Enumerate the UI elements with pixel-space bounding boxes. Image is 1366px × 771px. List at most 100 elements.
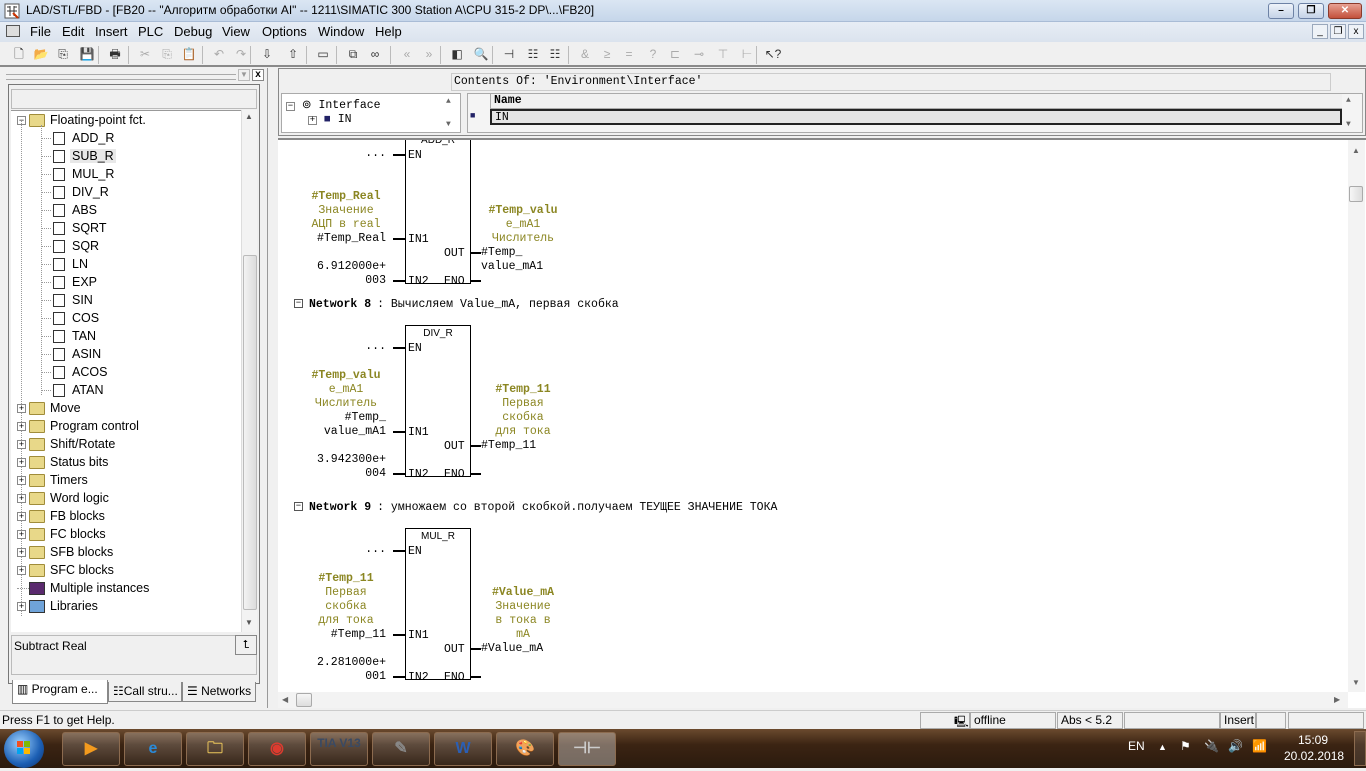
menu-debug[interactable]: Debug (170, 24, 216, 39)
restore-button[interactable]: ❐ (1298, 3, 1324, 19)
and-box-icon[interactable]: & (576, 46, 594, 63)
pane-close-button[interactable]: x (252, 69, 264, 81)
taskbar-simatic-manager[interactable]: ✎ (372, 732, 430, 766)
tree-item-sub-r[interactable]: SUB_R (41, 147, 116, 165)
language-indicator[interactable]: EN (1128, 739, 1145, 753)
tree-scroll-thumb[interactable] (243, 255, 257, 610)
editor-vscrollbar[interactable]: ▲ ▼ (1348, 140, 1365, 692)
tree-view2-icon[interactable]: ☷ (546, 46, 564, 63)
scroll-right-icon[interactable]: ▶ (1334, 695, 1340, 704)
redo-icon[interactable]: ↷ (232, 46, 250, 63)
context-help-icon[interactable]: ↖? (764, 46, 782, 63)
next-network-icon[interactable]: » (420, 46, 438, 63)
en-operand[interactable]: ... (318, 543, 386, 556)
tree-item-tan[interactable]: TAN (41, 327, 98, 345)
taskbar-internet-explorer[interactable]: e (124, 732, 182, 766)
editor-vscroll-thumb[interactable] (1349, 186, 1363, 202)
open-icon[interactable]: 📂 (32, 46, 50, 63)
tree-item-sfc-blocks[interactable]: + SFC blocks (17, 561, 114, 579)
tree-item-atan[interactable]: ATAN (41, 381, 105, 399)
overview-icon[interactable]: ▭ (314, 46, 332, 63)
binary-input-icon[interactable]: ⊸ (690, 46, 708, 63)
expand-icon[interactable]: + (17, 494, 26, 504)
undo-icon[interactable]: ↶ (210, 46, 228, 63)
scroll-left-icon[interactable]: ◀ (282, 695, 288, 704)
download-icon[interactable]: ⇩ (258, 46, 276, 63)
menu-edit[interactable]: Edit (58, 24, 88, 39)
mdi-restore-button[interactable]: ❐ (1330, 24, 1346, 39)
mdi-minimize-button[interactable]: _ (1312, 24, 1328, 39)
collapse-network-icon[interactable]: − (294, 502, 303, 512)
empty-box-icon[interactable]: ? (644, 46, 662, 63)
taskbar-word[interactable]: W (434, 732, 492, 766)
tab-networks[interactable]: ☰ Networks (182, 682, 256, 702)
show-hidden-icons[interactable]: ▲ (1158, 742, 1167, 752)
tree-item-exp[interactable]: EXP (41, 273, 99, 291)
in1-operand[interactable]: #Temp_11 (278, 628, 386, 641)
expand-icon[interactable]: + (17, 530, 26, 540)
tree-item-fb-blocks[interactable]: + FB blocks (17, 507, 105, 525)
function-box-mul-r[interactable]: MUL_R EN IN1 OUT IN2 ENO (405, 528, 471, 684)
print-icon[interactable]: 🖶 (106, 46, 124, 63)
pane-menu-icon[interactable]: ▼ (238, 69, 250, 81)
assign-box-icon[interactable]: = (620, 46, 638, 63)
scroll-down-icon[interactable]: ▼ (1346, 120, 1351, 129)
new-icon[interactable]: 🗋 (10, 46, 28, 63)
taskbar-media-player[interactable]: ▶ (62, 732, 120, 766)
tree-item-add-r[interactable]: ADD_R (41, 129, 116, 147)
network-signal-icon[interactable]: 📶 (1252, 739, 1267, 753)
scroll-up-icon[interactable]: ▲ (245, 112, 253, 121)
program-elements-icon[interactable]: ◧ (448, 46, 466, 63)
clock-date[interactable]: 20.02.2018 (1284, 749, 1344, 763)
tree-item-in[interactable]: + ■ IN (308, 113, 352, 126)
or-box-icon[interactable]: ≥ (598, 46, 616, 63)
menu-insert[interactable]: Insert (91, 24, 132, 39)
list-row-in[interactable]: IN (490, 109, 1342, 125)
in2-operand[interactable]: 001 (278, 670, 386, 683)
expand-icon[interactable]: + (17, 548, 26, 558)
menu-window[interactable]: Window (314, 24, 368, 39)
scroll-down-icon[interactable]: ▼ (245, 618, 253, 627)
menu-view[interactable]: View (218, 24, 254, 39)
expand-icon[interactable]: + (308, 116, 317, 125)
insert-element-button[interactable]: ⮤ (235, 635, 257, 655)
taskbar-tia-portal[interactable]: TIA V13 (310, 732, 368, 766)
action-center-flag-icon[interactable]: ⚑ (1180, 739, 1191, 753)
clock-time[interactable]: 15:09 (1298, 733, 1328, 747)
tree-item-timers[interactable]: + Timers (17, 471, 88, 489)
scroll-down-icon[interactable]: ▼ (446, 120, 451, 129)
collapse-icon[interactable]: − (286, 102, 295, 111)
menu-help[interactable]: Help (371, 24, 406, 39)
out-operand[interactable]: #Value_mA (481, 642, 543, 655)
start-button[interactable] (4, 730, 44, 768)
cut-icon[interactable]: ✂ (136, 46, 154, 63)
save-icon[interactable]: 💾 (78, 46, 96, 63)
taskbar-file-explorer[interactable]: 🗀 (186, 732, 244, 766)
new-network-icon[interactable]: ⊣ (500, 46, 518, 63)
branch-icon[interactable]: ⊤ (714, 46, 732, 63)
power-plug-icon[interactable]: 🔌 (1204, 739, 1219, 753)
glasses-icon[interactable]: ∞ (366, 46, 384, 63)
expand-icon[interactable]: + (17, 440, 26, 450)
expand-icon[interactable]: + (17, 476, 26, 486)
show-desktop-button[interactable] (1354, 731, 1366, 766)
scroll-up-icon[interactable]: ▲ (1352, 146, 1360, 155)
column-header-name[interactable]: Name (490, 94, 1342, 109)
tree-item-shift-rotate[interactable]: + Shift/Rotate (17, 435, 115, 453)
network-header[interactable]: − Network 9: умножаем со второй скобкой.п… (294, 501, 777, 514)
menu-file[interactable]: File (26, 24, 55, 39)
tree-item-cos[interactable]: COS (41, 309, 101, 327)
scroll-up-icon[interactable]: ▲ (446, 97, 451, 106)
tab-program-elements[interactable]: ▥ Program e... (12, 680, 108, 704)
expand-icon[interactable]: + (17, 512, 26, 522)
in2-operand[interactable]: 2.281000e+ (278, 656, 386, 669)
tree-item-ln[interactable]: LN (41, 255, 90, 273)
tree-item-sqrt[interactable]: SQRT (41, 219, 109, 237)
prev-network-icon[interactable]: « (398, 46, 416, 63)
tree-item-program-control[interactable]: + Program control (17, 417, 139, 435)
minimize-button[interactable]: – (1268, 3, 1294, 19)
paste-icon[interactable]: 📋 (180, 46, 198, 63)
taskbar-paint[interactable]: 🎨 (496, 732, 554, 766)
tree-item-move[interactable]: + Move (17, 399, 81, 417)
expand-icon[interactable]: + (17, 566, 26, 576)
